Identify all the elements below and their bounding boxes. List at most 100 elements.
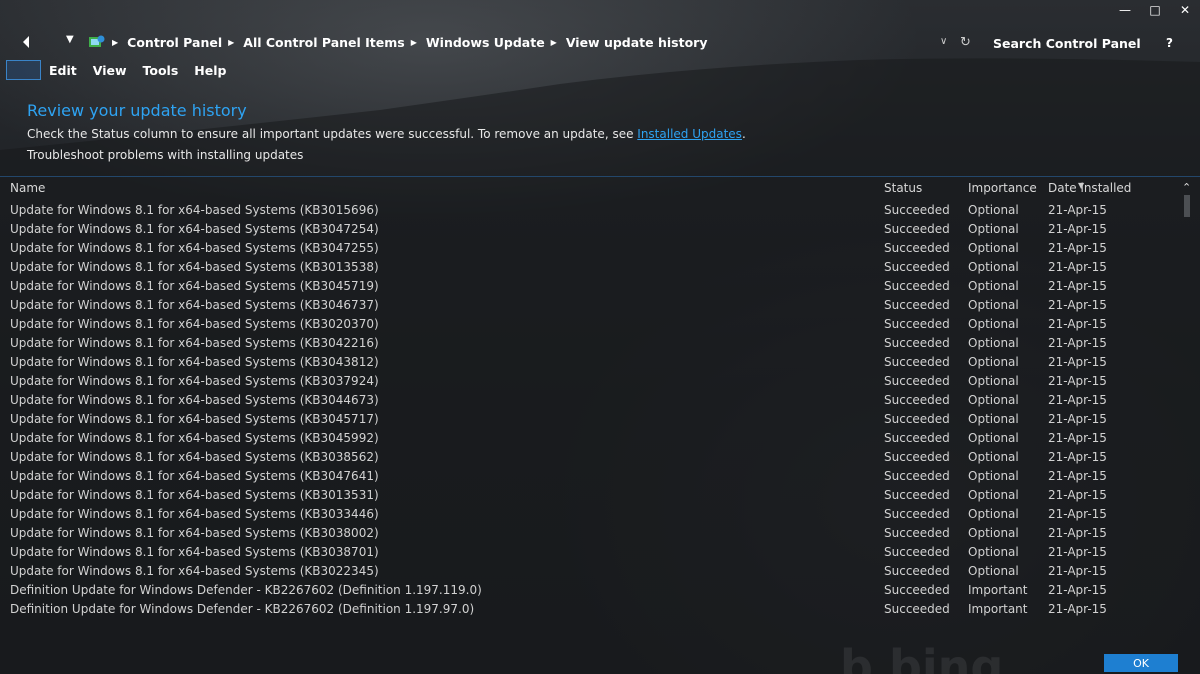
breadcrumb-separator-icon[interactable]: ▶	[551, 38, 557, 47]
table-row[interactable]: Update for Windows 8.1 for x64-based Sys…	[0, 410, 1180, 429]
row-importance: Optional	[968, 203, 1019, 217]
table-row[interactable]: Update for Windows 8.1 for x64-based Sys…	[0, 372, 1180, 391]
description-text: Check the Status column to ensure all im…	[27, 127, 638, 141]
table-row[interactable]: Definition Update for Windows Defender -…	[0, 581, 1180, 600]
row-date: 21-Apr-15	[1048, 355, 1107, 369]
breadcrumb-control-panel[interactable]: Control Panel	[127, 35, 222, 50]
table-row[interactable]: Update for Windows 8.1 for x64-based Sys…	[0, 277, 1180, 296]
table-row[interactable]: Update for Windows 8.1 for x64-based Sys…	[0, 296, 1180, 315]
row-status: Succeeded	[884, 431, 950, 445]
row-importance: Optional	[968, 526, 1019, 540]
table-row[interactable]: Definition Update for Windows Defender -…	[0, 600, 1180, 619]
row-date: 21-Apr-15	[1048, 602, 1107, 616]
table-row[interactable]: Update for Windows 8.1 for x64-based Sys…	[0, 562, 1180, 581]
help-button[interactable]: ?	[1166, 36, 1173, 50]
breadcrumb-windows-update[interactable]: Windows Update	[426, 35, 545, 50]
close-button[interactable]: ✕	[1170, 0, 1200, 20]
table-row[interactable]: Update for Windows 8.1 for x64-based Sys…	[0, 315, 1180, 334]
back-arrow-icon[interactable]	[18, 34, 34, 50]
row-importance: Important	[968, 602, 1028, 616]
table-row[interactable]: Update for Windows 8.1 for x64-based Sys…	[0, 201, 1180, 220]
row-status: Succeeded	[884, 355, 950, 369]
breadcrumb-separator-icon[interactable]: ▶	[228, 38, 234, 47]
row-name: Update for Windows 8.1 for x64-based Sys…	[10, 241, 379, 255]
menu-edit[interactable]: Edit	[49, 63, 77, 78]
table-row[interactable]: Update for Windows 8.1 for x64-based Sys…	[0, 353, 1180, 372]
table-row[interactable]: Update for Windows 8.1 for x64-based Sys…	[0, 448, 1180, 467]
column-header-name[interactable]: Name	[10, 181, 45, 195]
row-name: Definition Update for Windows Defender -…	[10, 602, 475, 616]
row-name: Update for Windows 8.1 for x64-based Sys…	[10, 526, 379, 540]
menu-bar: Edit View Tools Help	[6, 60, 242, 80]
row-date: 21-Apr-15	[1048, 298, 1107, 312]
row-name: Update for Windows 8.1 for x64-based Sys…	[10, 545, 379, 559]
breadcrumb-all-items[interactable]: All Control Panel Items	[243, 35, 404, 50]
breadcrumb-separator-icon[interactable]: ▶	[112, 38, 118, 47]
row-name: Update for Windows 8.1 for x64-based Sys…	[10, 336, 379, 350]
row-status: Succeeded	[884, 203, 950, 217]
row-status: Succeeded	[884, 488, 950, 502]
installed-updates-link[interactable]: Installed Updates	[637, 127, 742, 141]
table-row[interactable]: Update for Windows 8.1 for x64-based Sys…	[0, 524, 1180, 543]
address-dropdown-icon[interactable]: ∨	[940, 36, 947, 47]
table-row[interactable]: Update for Windows 8.1 for x64-based Sys…	[0, 391, 1180, 410]
column-header-importance[interactable]: Importance	[968, 181, 1037, 195]
column-header-status[interactable]: Status	[884, 181, 922, 195]
row-importance: Optional	[968, 431, 1019, 445]
page-description: Check the Status column to ensure all im…	[27, 127, 746, 141]
row-name: Update for Windows 8.1 for x64-based Sys…	[10, 279, 379, 293]
row-date: 21-Apr-15	[1048, 545, 1107, 559]
row-status: Succeeded	[884, 317, 950, 331]
scrollbar-thumb[interactable]	[1184, 195, 1190, 217]
scroll-up-icon[interactable]: ⌃	[1182, 181, 1191, 194]
row-name: Update for Windows 8.1 for x64-based Sys…	[10, 450, 379, 464]
search-input[interactable]: Search Control Panel	[993, 36, 1141, 51]
table-row[interactable]: Update for Windows 8.1 for x64-based Sys…	[0, 467, 1180, 486]
chevron-down-icon[interactable]: ▼	[66, 34, 74, 45]
table-row[interactable]: Update for Windows 8.1 for x64-based Sys…	[0, 505, 1180, 524]
menu-view[interactable]: View	[93, 63, 127, 78]
ok-button[interactable]: OK	[1104, 654, 1178, 672]
row-importance: Optional	[968, 412, 1019, 426]
row-status: Succeeded	[884, 336, 950, 350]
row-status: Succeeded	[884, 222, 950, 236]
refresh-icon[interactable]: ↻	[960, 35, 971, 50]
row-status: Succeeded	[884, 469, 950, 483]
row-importance: Optional	[968, 279, 1019, 293]
row-date: 21-Apr-15	[1048, 241, 1107, 255]
row-name: Update for Windows 8.1 for x64-based Sys…	[10, 412, 379, 426]
troubleshoot-link[interactable]: Troubleshoot problems with installing up…	[27, 148, 303, 162]
row-date: 21-Apr-15	[1048, 431, 1107, 445]
row-importance: Optional	[968, 545, 1019, 559]
row-date: 21-Apr-15	[1048, 222, 1107, 236]
column-header-date[interactable]: Date installed	[1048, 181, 1131, 195]
row-status: Succeeded	[884, 526, 950, 540]
menu-file-focus[interactable]	[6, 60, 41, 80]
row-status: Succeeded	[884, 450, 950, 464]
row-importance: Optional	[968, 336, 1019, 350]
row-date: 21-Apr-15	[1048, 374, 1107, 388]
row-importance: Optional	[968, 374, 1019, 388]
menu-help[interactable]: Help	[194, 63, 226, 78]
table-row[interactable]: Update for Windows 8.1 for x64-based Sys…	[0, 258, 1180, 277]
row-name: Update for Windows 8.1 for x64-based Sys…	[10, 317, 379, 331]
row-name: Definition Update for Windows Defender -…	[10, 583, 482, 597]
breadcrumb-separator-icon[interactable]: ▶	[411, 38, 417, 47]
row-importance: Optional	[968, 393, 1019, 407]
table-row[interactable]: Update for Windows 8.1 for x64-based Sys…	[0, 429, 1180, 448]
menu-tools[interactable]: Tools	[143, 63, 179, 78]
row-name: Update for Windows 8.1 for x64-based Sys…	[10, 431, 379, 445]
table-row[interactable]: Update for Windows 8.1 for x64-based Sys…	[0, 334, 1180, 353]
table-row[interactable]: Update for Windows 8.1 for x64-based Sys…	[0, 239, 1180, 258]
breadcrumb: ▶ Control Panel ▶ All Control Panel Item…	[112, 35, 707, 50]
table-row[interactable]: Update for Windows 8.1 for x64-based Sys…	[0, 543, 1180, 562]
maximize-button[interactable]: □	[1140, 0, 1170, 20]
minimize-button[interactable]: —	[1110, 0, 1140, 20]
breadcrumb-view-history[interactable]: View update history	[566, 35, 708, 50]
row-name: Update for Windows 8.1 for x64-based Sys…	[10, 488, 379, 502]
row-status: Succeeded	[884, 545, 950, 559]
row-date: 21-Apr-15	[1048, 336, 1107, 350]
table-row[interactable]: Update for Windows 8.1 for x64-based Sys…	[0, 486, 1180, 505]
row-date: 21-Apr-15	[1048, 507, 1107, 521]
table-row[interactable]: Update for Windows 8.1 for x64-based Sys…	[0, 220, 1180, 239]
